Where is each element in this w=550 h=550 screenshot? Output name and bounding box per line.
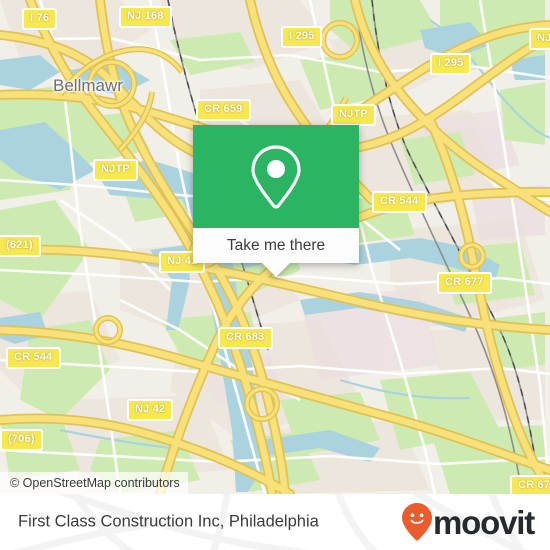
road-shield-cr544-west: CR 544 xyxy=(6,347,61,369)
moovit-wordmark: moovit xyxy=(433,503,535,541)
road-shield-njtp-upper: NJTP xyxy=(331,104,376,126)
page-title: First Class Construction Inc, Philadelph… xyxy=(18,512,319,531)
map-viewport[interactable]: Bellmawr I 76 NJ 168 I 295 I 295 NJTP CR… xyxy=(0,0,550,494)
callout-action-area[interactable]: Take me there xyxy=(193,228,359,263)
road-shield-cr683: CR 683 xyxy=(218,327,273,349)
road-shield-njtp-edge: NJTP xyxy=(529,28,550,50)
callout-icon-area xyxy=(193,125,359,228)
road-shield-621: (621) xyxy=(0,235,41,257)
map-page: Bellmawr I 76 NJ 168 I 295 I 295 NJTP CR… xyxy=(0,0,550,550)
take-me-there-label: Take me there xyxy=(226,236,326,254)
road-shield-cr673: CR 673 xyxy=(510,475,550,494)
road-shield-nj42: NJ 42 xyxy=(127,399,174,421)
road-shield-706: (706) xyxy=(0,429,43,451)
road-shield-njtp-left: NJTP xyxy=(93,159,138,181)
moovit-pin-smile-icon xyxy=(402,503,433,541)
osm-attribution[interactable]: © OpenStreetMap contributors xyxy=(0,472,188,494)
road-shield-cr544-east: CR 544 xyxy=(372,191,427,213)
road-shield-i76: I 76 xyxy=(22,8,58,30)
map-pin-icon xyxy=(251,144,301,208)
road-shield-i295-north: I 295 xyxy=(281,26,323,48)
road-shield-cr677: CR 677 xyxy=(437,272,492,294)
place-label-bellmawr: Bellmawr xyxy=(53,76,123,95)
road-shield-nj168: NJ 168 xyxy=(119,6,172,28)
callout-pointer xyxy=(262,263,290,277)
footer-bar: First Class Construction Inc, Philadelph… xyxy=(0,494,550,550)
road-shield-i295-east: I 295 xyxy=(430,53,472,75)
location-callout[interactable]: Take me there xyxy=(193,125,359,277)
road-shield-cr659: CR 659 xyxy=(196,99,251,121)
moovit-logo[interactable]: moovit xyxy=(402,503,535,541)
